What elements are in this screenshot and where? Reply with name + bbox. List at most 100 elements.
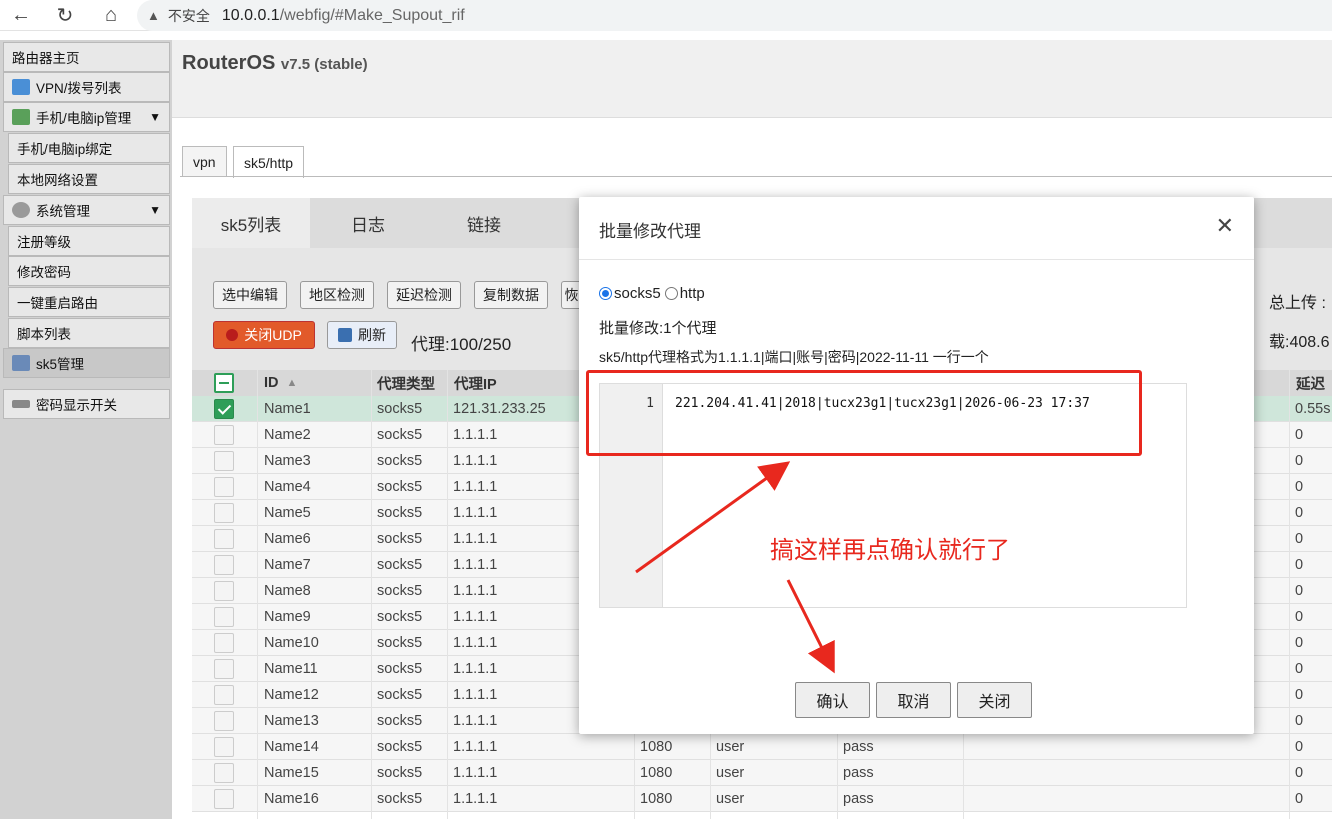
toggle-udp-button[interactable]: 关闭UDP: [213, 321, 315, 349]
row-checkbox[interactable]: [214, 763, 234, 783]
column-header-id[interactable]: ID ▲: [258, 370, 297, 396]
row-checkbox[interactable]: [214, 633, 234, 653]
column-header-delay[interactable]: 延迟: [1290, 370, 1325, 396]
cell-type: socks5: [377, 713, 423, 729]
cell-type: socks5: [377, 739, 423, 755]
sidebar-item-label: 脚本列表: [17, 327, 71, 342]
sidebar-item-ip-bind[interactable]: 手机/电脑ip绑定: [8, 133, 170, 163]
page-title: RouterOS v7.5 (stable): [182, 52, 368, 75]
row-checkbox[interactable]: [214, 737, 234, 757]
close-icon[interactable]: ✕: [1216, 215, 1234, 237]
latency-check-button[interactable]: 延迟检测: [387, 281, 461, 309]
sidebar-item-ip-manage[interactable]: 手机/电脑ip管理 ▼: [3, 102, 170, 132]
annotation-text: 搞这样再点确认就行了: [770, 537, 1010, 564]
cell-user: user: [716, 739, 745, 755]
sidebar-item-vpn[interactable]: VPN/拨号列表: [3, 72, 170, 102]
cell-user: user: [716, 765, 745, 781]
cell-name: Name16: [264, 791, 319, 807]
cell-delay: 0: [1295, 427, 1304, 443]
row-checkbox[interactable]: [214, 529, 234, 549]
total-load: 载:408.6: [1269, 334, 1330, 351]
address-bar[interactable]: ▲ 不安全 10.0.0.1/webfig/#Make_Supout_rif: [137, 0, 1332, 31]
batch-edit-dialog: 批量修改代理 ✕ socks5 http 批量修改:1个代理 sk5/http代…: [579, 197, 1254, 734]
sidebar-item-sk5[interactable]: sk5管理: [3, 348, 170, 378]
region-check-button[interactable]: 地区检测: [300, 281, 374, 309]
cell-name: Name11: [264, 661, 318, 677]
cell-delay: 0: [1295, 609, 1304, 625]
cell-type: socks5: [377, 505, 423, 521]
sidebar-item-local-network[interactable]: 本地网络设置: [8, 164, 170, 194]
row-checkbox[interactable]: [214, 425, 234, 445]
back-arrow-icon[interactable]: ←: [6, 0, 36, 31]
restore-button[interactable]: 恢: [561, 281, 581, 309]
home-icon[interactable]: ⌂: [96, 0, 126, 31]
cell-ip: 1.1.1.1: [453, 687, 498, 703]
cell-type: socks5: [377, 583, 423, 599]
radio-http[interactable]: [664, 287, 678, 300]
sidebar-item-system[interactable]: 系统管理 ▼: [3, 195, 170, 225]
sidebar-item-password-toggle[interactable]: 密码显示开关: [3, 389, 170, 419]
confirm-button[interactable]: 确认: [795, 682, 870, 718]
cell-type: socks5: [377, 427, 423, 443]
sidebar-item-label: 手机/电脑ip绑定: [17, 142, 113, 157]
row-checkbox[interactable]: [214, 685, 234, 705]
radio-http-label: http: [679, 285, 705, 302]
close-button[interactable]: 关闭: [957, 682, 1032, 718]
sidebar-item-scripts[interactable]: 脚本列表: [8, 318, 170, 348]
sidebar-item-label: VPN/拨号列表: [36, 81, 122, 96]
cell-port: 1080: [640, 791, 673, 807]
table-row[interactable]: Name16 socks5 1.1.1.1 1080 user pass 0: [192, 786, 1332, 812]
row-checkbox[interactable]: [214, 789, 234, 809]
subtab-sk5-list[interactable]: sk5列表: [192, 198, 310, 248]
refresh-button[interactable]: 刷新: [327, 321, 397, 349]
subtab-log[interactable]: 日志: [310, 198, 426, 248]
row-checkbox[interactable]: [214, 477, 234, 497]
cell-delay: 0: [1295, 791, 1304, 807]
row-checkbox[interactable]: [214, 659, 234, 679]
column-divider: [257, 370, 258, 819]
row-checkbox[interactable]: [214, 581, 234, 601]
cell-delay: 0: [1295, 531, 1304, 547]
edit-selected-button[interactable]: 选中编辑: [213, 281, 287, 309]
column-header-type[interactable]: 代理类型: [371, 370, 435, 396]
sidebar-item-home[interactable]: 路由器主页: [3, 42, 170, 72]
cell-delay: 0: [1295, 479, 1304, 495]
highlight-box: [586, 370, 1142, 456]
column-divider: [447, 370, 448, 819]
subtab-links[interactable]: 链接: [426, 198, 542, 248]
sidebar-item-label: 注册等级: [17, 235, 71, 250]
network-icon: [12, 79, 30, 95]
cell-ip: 1.1.1.1: [453, 531, 498, 547]
row-checkbox[interactable]: [214, 399, 234, 419]
tab-sk5-http[interactable]: sk5/http: [233, 146, 305, 178]
row-checkbox[interactable]: [214, 451, 234, 471]
table-row[interactable]: Name14 socks5 1.1.1.1 1080 user pass 0: [192, 734, 1332, 760]
cell-type: socks5: [377, 687, 423, 703]
reload-icon[interactable]: ↻: [50, 0, 80, 31]
row-checkbox[interactable]: [214, 503, 234, 523]
radio-socks5[interactable]: [599, 287, 612, 300]
table-row[interactable]: Name15 socks5 1.1.1.1 1080 user pass 0: [192, 760, 1332, 786]
cell-ip: 1.1.1.1: [453, 479, 498, 495]
cell-pass: pass: [843, 765, 874, 781]
column-header-ip[interactable]: 代理IP: [448, 370, 497, 396]
sidebar-item-reboot[interactable]: 一键重启路由: [8, 287, 170, 317]
password-icon: [12, 400, 30, 408]
sidebar-item-change-password[interactable]: 修改密码: [8, 256, 170, 286]
cell-type: socks5: [377, 635, 423, 651]
row-checkbox[interactable]: [214, 607, 234, 627]
total-upload: 总上传 :: [1269, 295, 1326, 312]
copy-data-button[interactable]: 复制数据: [474, 281, 548, 309]
sidebar-item-register-level[interactable]: 注册等级: [8, 226, 170, 256]
url-path: /webfig/#Make_Supout_rif: [279, 6, 465, 24]
column-divider: [1289, 370, 1290, 819]
cell-delay: 0: [1295, 739, 1304, 755]
select-all-checkbox[interactable]: [214, 373, 234, 393]
udp-label: 关闭UDP: [244, 327, 302, 343]
row-checkbox[interactable]: [214, 711, 234, 731]
cell-ip: 1.1.1.1: [453, 583, 498, 599]
tab-vpn[interactable]: vpn: [182, 146, 227, 177]
row-checkbox[interactable]: [214, 555, 234, 575]
cancel-button[interactable]: 取消: [876, 682, 951, 718]
cell-name: Name14: [264, 739, 319, 755]
